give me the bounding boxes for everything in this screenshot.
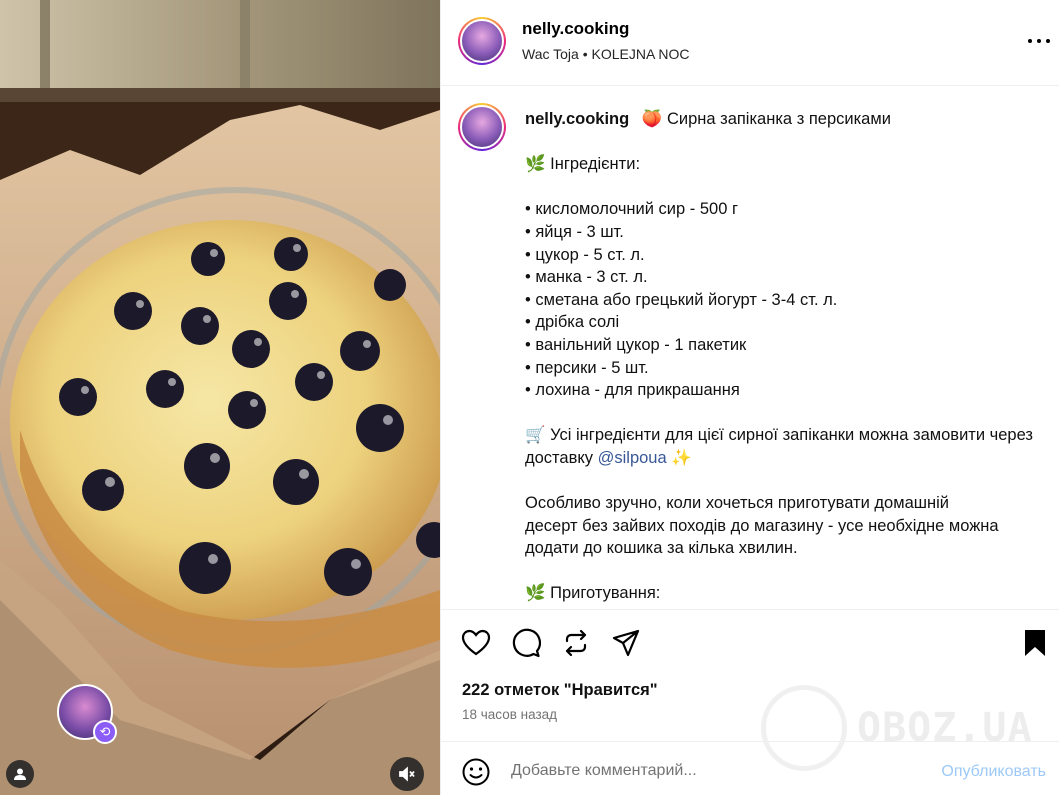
ingredient-item: • дрібка солі: [525, 313, 620, 332]
caption-paragraph-line: Особливо зручно, коли хочеться приготува…: [525, 494, 949, 513]
smiley-icon[interactable]: [461, 757, 491, 787]
ingredient-item: • лохина - для прикрашання: [525, 381, 740, 400]
ingredient-item: • персики - 5 шт.: [525, 358, 649, 377]
bookmark-icon[interactable]: [1020, 628, 1050, 658]
ingredient-item: • яйця - 3 шт.: [525, 222, 624, 241]
silpo-mention-link[interactable]: @silpoua: [598, 449, 667, 467]
post-timestamp[interactable]: 18 часов назад: [462, 707, 557, 722]
send-icon[interactable]: [611, 628, 641, 658]
sparkles-emoji: ✨: [671, 448, 692, 467]
reposter-avatar[interactable]: ⟲: [57, 684, 117, 744]
ingredient-item: • сметана або грецький йогурт - 3-4 ст. …: [525, 290, 838, 309]
ingredient-item: • ванільний цукор - 1 пакетик: [525, 335, 747, 354]
caption-author-avatar[interactable]: [458, 103, 506, 151]
herb-emoji: 🌿: [525, 155, 546, 174]
caption-paragraph-line: десерт без зайвих походів до магазину - …: [525, 516, 999, 535]
peach-emoji: 🍑: [641, 110, 663, 128]
casserole-photo: [0, 0, 440, 795]
caption-title: Сирна запіканка з персиками: [666, 110, 891, 128]
heart-icon[interactable]: [461, 628, 491, 658]
post-media[interactable]: ⟲: [0, 0, 440, 795]
more-horizontal-icon[interactable]: [1028, 30, 1050, 52]
caption-author-username[interactable]: nelly.cooking: [525, 110, 629, 128]
post-header: nelly.cooking Wac Toja • KOLEJNA NOC: [441, 0, 1059, 86]
ingredient-item: • кисломолочний сир - 500 г: [525, 200, 738, 219]
publish-button[interactable]: Опубликовать: [941, 763, 1046, 781]
comment-bar: Опубликовать: [441, 741, 1059, 795]
author-avatar[interactable]: [458, 17, 506, 65]
post-panel: nelly.cooking Wac Toja • KOLEJNA NOC nel…: [440, 0, 1059, 795]
audio-track[interactable]: Wac Toja • KOLEJNA NOC: [522, 46, 690, 62]
likes-count[interactable]: 222 отметок "Нравится": [462, 681, 658, 700]
herb-emoji: 🌿: [525, 584, 546, 603]
comment-bubble-icon[interactable]: [511, 628, 541, 658]
repost-badge-icon: ⟲: [93, 720, 117, 744]
preparation-heading: Приготування:: [550, 584, 661, 603]
repost-icon[interactable]: [561, 628, 591, 658]
ingredients-heading: Інгредієнти:: [550, 155, 641, 174]
ingredient-item: • цукор - 5 ст. л.: [525, 245, 645, 264]
author-username[interactable]: nelly.cooking: [522, 19, 629, 39]
caption-area: nelly.cooking 🍑 Сирна запіканка з персик…: [441, 87, 1059, 609]
ingredient-item: • манка - 3 ст. л.: [525, 268, 648, 287]
caption-paragraph-line: додати до кошика за кілька хвилин.: [525, 539, 798, 558]
cart-emoji: 🛒: [525, 426, 546, 445]
volume-muted-icon[interactable]: [390, 757, 424, 791]
caption-text: nelly.cooking 🍑 Сирна запіканка з персик…: [525, 108, 1045, 605]
post-actions: OBOZ.UA 222 отметок "Нравится" 18 часов …: [441, 609, 1059, 771]
user-tag-icon[interactable]: [6, 760, 34, 788]
comment-input[interactable]: [511, 754, 911, 788]
